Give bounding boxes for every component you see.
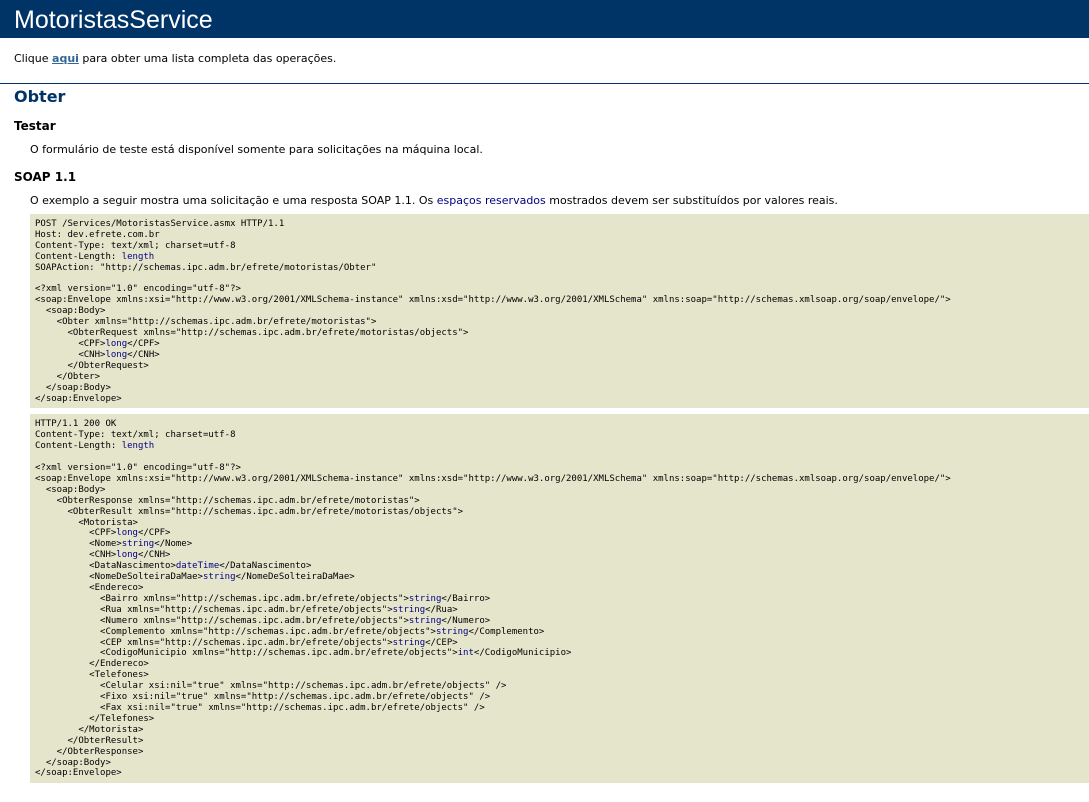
placeholder-value: string (121, 539, 155, 550)
request-line: <CPF>long</CPF> (35, 338, 160, 349)
response-line: Content-Length: length (35, 441, 155, 452)
request-line: <CNH>long</CNH> (35, 349, 160, 360)
placeholder-value: long (105, 338, 128, 349)
soap-request-sample: POST /Services/MotoristasService.asmx HT… (30, 214, 1089, 409)
soap11-description-suffix: mostrados devem ser substituídos por val… (545, 194, 838, 207)
response-line: <Fax xsi:nil="true" xmlns="http://schema… (35, 702, 485, 713)
request-line: <Obter xmlns="http://schemas.ipc.adm.br/… (35, 317, 377, 328)
response-line: </Motorista> (35, 724, 144, 735)
request-line: </ObterRequest> (35, 360, 149, 371)
request-line: </soap:Envelope> (35, 393, 122, 404)
response-line: <Endereco> (35, 583, 144, 593)
response-line: <Telefones> (35, 670, 149, 681)
placeholder-value: string (408, 593, 442, 604)
request-line: <soap:Body> (35, 306, 106, 317)
placeholder-value: string (392, 637, 426, 648)
soap-response-sample: HTTP/1.1 200 OK Content-Type: text/xml; … (30, 414, 1089, 784)
response-line: <CodigoMunicipio xmlns="http://schemas.i… (35, 648, 572, 659)
response-line: <DataNascimento>dateTime</DataNascimento… (35, 561, 312, 572)
placeholder-value: string (202, 572, 236, 583)
response-line: <?xml version="1.0" encoding="utf-8"?> (35, 463, 241, 474)
placeholder-value: long (116, 550, 138, 561)
request-line: SOAPAction: "http://schemas.ipc.adm.br/e… (35, 262, 377, 273)
response-line: </Telefones> (35, 713, 155, 724)
response-line: </soap:Envelope> (35, 768, 122, 779)
request-line: <soap:Envelope xmlns:xsi="http://www.w3.… (35, 295, 951, 306)
soap11-section-title: SOAP 1.1 (14, 170, 77, 184)
placeholder-value: long (116, 528, 138, 539)
test-description: O formulário de teste está disponível so… (30, 143, 483, 156)
soap11-description: O exemplo a seguir mostra uma solicitaçã… (30, 194, 1089, 208)
soap11-description-prefix: O exemplo a seguir mostra uma solicitaçã… (30, 194, 437, 207)
operations-list-link[interactable]: aqui (52, 52, 79, 65)
request-line: Content-Length: length (35, 251, 155, 262)
intro-suffix: para obter uma lista completa das operaç… (78, 52, 337, 65)
placeholder-value: length (121, 441, 155, 452)
response-line: <CEP xmlns="http://schemas.ipc.adm.br/ef… (35, 637, 458, 648)
response-line: <Numero xmlns="http://schemas.ipc.adm.br… (35, 615, 491, 626)
test-section-title: Testar (14, 119, 56, 133)
response-line: </ObterResult> (35, 735, 144, 746)
response-line: Content-Type: text/xml; charset=utf-8 (35, 430, 236, 441)
placeholder-value: length (121, 251, 155, 262)
response-line: </soap:Body> (35, 757, 111, 768)
response-line: <Complemento xmlns="http://schemas.ipc.a… (35, 626, 545, 637)
response-line: <soap:Envelope xmlns:xsi="http://www.w3.… (35, 473, 951, 484)
response-line: <Celular xsi:nil="true" xmlns="http://sc… (35, 681, 507, 692)
request-line: Host: dev.efrete.com.br (35, 229, 160, 240)
placeholder-value: int (457, 648, 474, 659)
request-line: </Obter> (35, 371, 101, 382)
response-line: HTTP/1.1 200 OK (35, 419, 117, 430)
request-line: POST /Services/MotoristasService.asmx HT… (35, 219, 285, 229)
response-line: <NomeDeSolteiraDaMae>string</NomeDeSolte… (35, 572, 355, 583)
response-line: <Bairro xmlns="http://schemas.ipc.adm.br… (35, 593, 491, 604)
response-line: <ObterResponse xmlns="http://schemas.ipc… (35, 495, 420, 506)
response-line: </Endereco> (35, 659, 149, 670)
response-line: <Fixo xsi:nil="true" xmlns="http://schem… (35, 692, 491, 703)
response-line: <Motorista> (35, 517, 138, 528)
response-line: <CPF>long</CPF> (35, 528, 171, 539)
request-line: </soap:Body> (35, 382, 111, 393)
intro-prefix: Clique (14, 52, 53, 65)
response-line: <Rua xmlns="http://schemas.ipc.adm.br/ef… (35, 604, 458, 615)
placeholder-term: espaços reservados (436, 194, 546, 207)
operation-title: Obter (14, 87, 66, 106)
request-line: <ObterRequest xmlns="http://schemas.ipc.… (35, 328, 469, 339)
request-line: <?xml version="1.0" encoding="utf-8"?> (35, 284, 241, 295)
service-title: MotoristasService (0, 0, 1089, 38)
placeholder-value: dateTime (175, 561, 220, 572)
response-line: <soap:Body> (35, 484, 106, 495)
placeholder-value: string (408, 615, 442, 626)
placeholder-value: string (435, 626, 469, 637)
response-line: </ObterResponse> (35, 746, 144, 757)
section-divider (0, 83, 1089, 84)
response-line: <Nome>string</Nome> (35, 539, 193, 550)
request-line: Content-Type: text/xml; charset=utf-8 (35, 240, 236, 251)
placeholder-value: long (105, 349, 128, 360)
response-line: <CNH>long</CNH> (35, 550, 171, 561)
intro-text: Clique aqui para obter uma lista complet… (14, 52, 1089, 66)
placeholder-value: string (392, 604, 426, 615)
response-line: <ObterResult xmlns="http://schemas.ipc.a… (35, 506, 464, 517)
